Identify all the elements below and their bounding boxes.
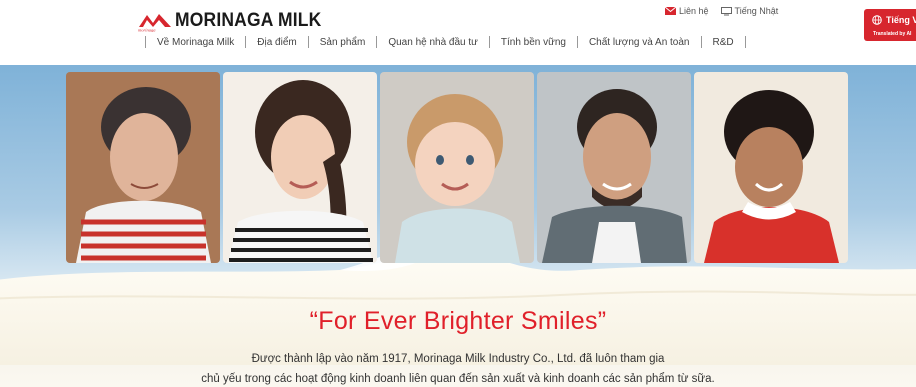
japanese-label: Tiếng Nhật [734,6,779,16]
nav-divider [245,36,247,48]
photo-young-woman [223,72,377,263]
photo-elderly-woman [66,72,220,263]
main-nav: Về Morinaga Milk Địa điểm Sản phẩm Quan … [134,36,757,48]
family-photo-strip [66,72,851,263]
language-button[interactable]: Tiếng Việt Translated by AI [864,9,916,41]
monitor-icon [720,6,732,15]
milk-splash-graphic [0,245,916,365]
photo-man [537,72,691,263]
nav-divider [307,36,309,48]
envelope-icon [665,7,676,15]
hero-slogan: “For Ever Brighter Smiles” [309,307,607,335]
nav-divider [145,36,146,48]
nav-divider [376,36,378,48]
nav-divider [488,36,490,48]
nav-item-rd[interactable]: R&D [713,37,734,48]
nav-item-sustainability[interactable]: Tính bền vững [501,37,566,48]
morinaga-logo[interactable]: morinaga MORINAGA MILK [137,10,334,33]
contact-label: Liên hệ [679,6,709,16]
nav-item-products[interactable]: Sản phẩm [320,37,366,48]
nav-divider [744,36,746,48]
photo-toddler [380,72,534,263]
nav-divider [576,36,578,48]
site-header: morinaga MORINAGA MILK Về Morinaga Milk … [0,0,916,65]
hero-banner: “For Ever Brighter Smiles” Được thành lậ… [0,65,916,387]
nav-item-quality-safety[interactable]: Chất lượng và An toàn [589,37,690,48]
hero-description: Được thành lập vào năm 1917, Morinaga Mi… [0,349,916,387]
logo-small-text: morinaga [138,28,156,33]
nav-item-about[interactable]: Về Morinaga Milk [157,37,234,48]
hero-description-line-2: chủ yếu trong các hoạt động kinh doanh l… [201,373,715,385]
globe-icon [872,15,882,25]
hero-description-line-1: Được thành lập vào năm 1917, Morinaga Mi… [251,353,665,365]
brand-name: MORINAGA MILK [175,10,322,31]
nav-divider [700,36,702,48]
contact-link[interactable]: Liên hệ [665,6,709,16]
utility-links: Liên hệ Tiếng Nhật [665,6,778,16]
angel-m-logo-icon: morinaga [137,10,173,33]
language-label: Tiếng Việt [886,15,916,25]
photo-girl [694,72,848,263]
nav-item-locations[interactable]: Địa điểm [257,37,296,48]
translated-by-ai-note: Translated by AI [873,31,912,37]
japanese-site-link[interactable]: Tiếng Nhật [720,6,779,16]
nav-item-investor-relations[interactable]: Quan hệ nhà đầu tư [388,37,478,48]
